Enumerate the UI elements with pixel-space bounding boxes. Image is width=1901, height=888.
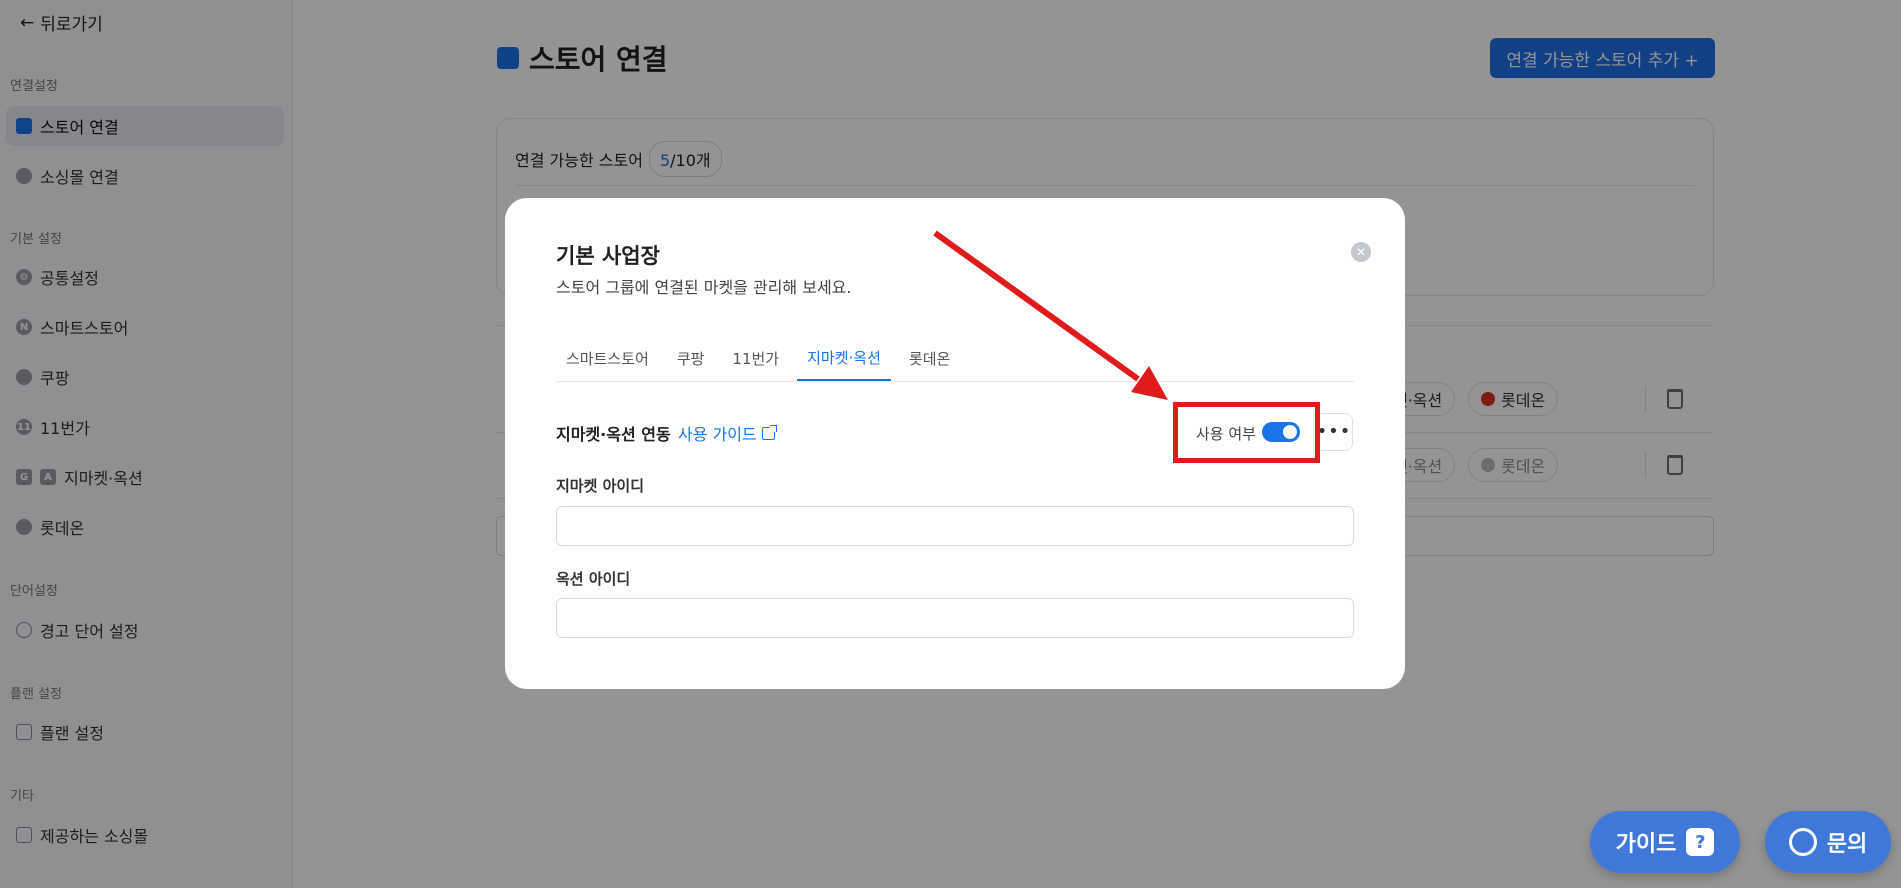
close-icon[interactable]: ✕ xyxy=(1351,242,1371,262)
question-icon: ? xyxy=(1686,828,1715,856)
store-group-modal: 기본 사업장 스토어 그룹에 연결된 마켓을 관리해 보세요. ✕ 스마트스토어… xyxy=(505,198,1405,689)
tab-lotteon[interactable]: 롯데온 xyxy=(899,335,960,381)
modal-subtitle: 스토어 그룹에 연결된 마켓을 관리해 보세요. xyxy=(556,278,852,297)
headset-icon xyxy=(1788,828,1817,856)
guide-float-label: 가이드 xyxy=(1615,832,1677,857)
gmarket-id-label: 지마켓 아이디 xyxy=(556,477,645,495)
more-options-icon[interactable]: ••• xyxy=(1315,413,1353,451)
guide-float-button[interactable]: 가이드 ? xyxy=(1590,811,1740,873)
tab-11st[interactable]: 11번가 xyxy=(722,335,789,381)
market-tabs: 스마트스토어 쿠팡 11번가 지마켓·옥션 롯데온 xyxy=(556,336,1354,382)
gmarket-id-input[interactable] xyxy=(556,506,1354,546)
sync-label: 지마켓·옥션 연동 xyxy=(556,425,671,444)
usage-guide-link[interactable]: 사용 가이드 xyxy=(678,421,777,445)
modal-title: 기본 사업장 xyxy=(556,244,660,268)
external-link-icon xyxy=(761,424,777,440)
tab-smartstore[interactable]: 스마트스토어 xyxy=(556,335,659,381)
inquiry-float-label: 문의 xyxy=(1826,832,1868,857)
auction-id-label: 옥션 아이디 xyxy=(556,570,631,588)
auction-id-input[interactable] xyxy=(556,598,1354,638)
highlight-box xyxy=(1173,402,1320,463)
inquiry-float-button[interactable]: 문의 xyxy=(1765,811,1891,873)
usage-guide-label: 사용 가이드 xyxy=(678,425,757,444)
tab-gmarket-auction[interactable]: 지마켓·옥션 xyxy=(797,335,891,381)
tab-coupang[interactable]: 쿠팡 xyxy=(667,335,715,381)
